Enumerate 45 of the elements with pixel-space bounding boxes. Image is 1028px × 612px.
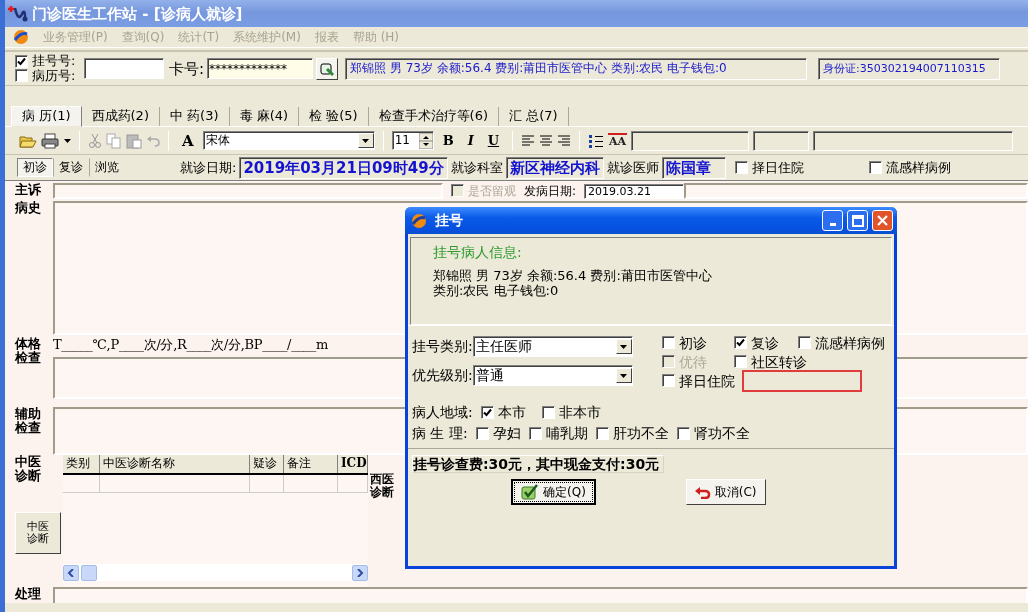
checkbox-label: 挂号号: [32,54,76,69]
exam-label: 体格检查 [15,337,42,367]
region-label: 病人地域: [412,404,473,421]
window-title: 门诊医生工作站 - [诊病人就诊] [32,4,243,23]
checkbox-label: 流感样病例 [885,159,951,176]
patient-info-line: 类别:农民 电子钱包:0 [433,283,560,299]
physiology-label: 病 生 理: [412,424,468,442]
checkbox-label: 孕妇 [492,424,521,442]
visit-date-field: 2019年03月21日09时49分 [239,156,448,179]
checkbox-label: 非本市 [558,404,601,421]
priority-label: 优先级别: [412,367,473,384]
checkbox-label: 择日住院 [751,159,804,176]
dialog-title: 挂号 [435,212,463,229]
card-label: 卡号: [169,59,205,78]
treatment-label: 处理 [15,587,42,603]
checkbox-label: 流感样病例 [815,334,885,352]
doctor-label: 就诊医师 [606,159,659,176]
visit-date-label: 就诊日期: [180,159,237,176]
checkbox-label: 择日住院 [679,372,735,390]
checkbox-label: 肾功不全 [693,424,750,442]
id-card-info: 身份证:350302194007110315 [818,57,1001,80]
onset-date-label: 发病日期: [524,183,577,199]
doctor-field: 陈国章 [661,156,726,179]
patient-info: 郑锦照 男 73岁 余额:56.4 费别:莆田市医管中心 类别:农民 电子钱包:0 [345,57,808,80]
auxiliary-exam-label: 辅助检查 [15,407,42,437]
checkbox-label: 优待 [679,353,707,371]
department-field: 新区神经内科 [505,156,604,179]
tcm-diagnosis-label: 中医诊断 [15,455,42,483]
patient-info-line: 郑锦照 男 73岁 余额:56.4 费别:莆田市医管中心 [433,268,713,284]
font-icon: A [177,131,199,150]
checkbox-label: 肝功不全 [612,424,669,442]
checkbox-label: 病历号: [32,68,76,83]
fee-summary: 挂号诊查费:30元，其中现金支付:30元 [412,454,665,474]
checkbox-label: 是否留观 [468,183,516,199]
checkbox-label: 初诊 [679,334,707,352]
department-label: 就诊科室 [450,159,503,176]
checkbox-label: 哺乳期 [545,424,588,442]
info-heading: 挂号病人信息: [433,244,523,261]
checkbox-label: 复诊 [751,334,779,352]
history-label: 病史 [15,201,42,217]
checkbox-label: 本市 [497,404,526,421]
complaint-label: 主诉 [15,183,42,199]
checkbox-label: 社区转诊 [751,353,807,371]
registration-type-label: 挂号类别: [412,338,473,355]
western-diagnosis-label: 西医诊断 [369,471,395,501]
